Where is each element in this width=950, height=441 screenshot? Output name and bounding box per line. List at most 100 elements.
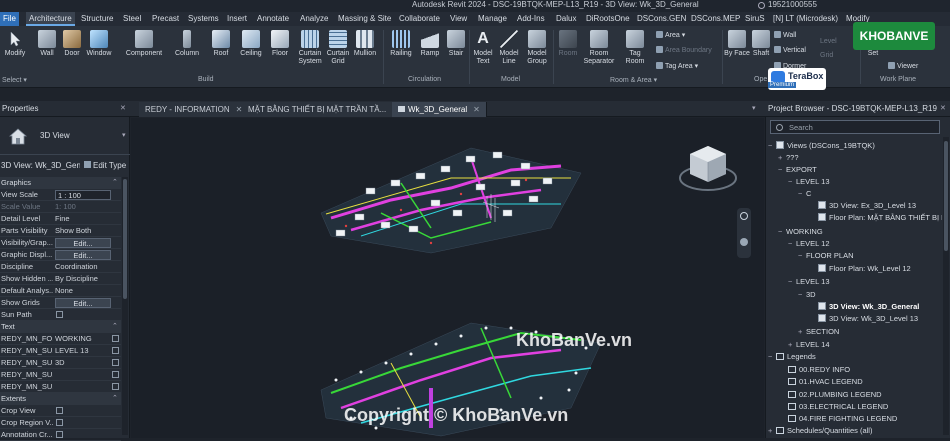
tab-add-ins[interactable]: Add-Ins (514, 12, 548, 26)
tab-architecture[interactable]: Architecture (26, 12, 75, 26)
tab-view[interactable]: View (447, 12, 470, 26)
crop-view-checkbox[interactable] (56, 407, 63, 414)
browser-view-item[interactable]: Floor Plan: MẶT BẰNG THIẾT BỊ M (818, 212, 942, 224)
level-button[interactable]: Level (820, 38, 837, 45)
tab-structure[interactable]: Structure (78, 12, 116, 26)
property-row[interactable]: Discipline Coordination (0, 261, 121, 273)
door-button[interactable]: Door (57, 28, 87, 74)
instance-selector[interactable]: 3D View: Wk_3D_Gene (0, 159, 80, 173)
edit-button[interactable]: Edit... (55, 238, 111, 248)
browser-legend-item[interactable]: 02.PLUMBING LEGEND (788, 389, 882, 401)
curtain-system-button[interactable]: Curtain System (295, 28, 325, 74)
property-row[interactable]: Sun Path (0, 309, 121, 321)
model-line-button[interactable]: Model Line (494, 28, 524, 74)
browser-node-legends[interactable]: − Legends (768, 351, 816, 363)
close-icon[interactable]: ✕ (120, 104, 126, 112)
property-row[interactable]: Crop Region V... (0, 417, 121, 429)
tab-mat-bang-thiet-bi[interactable]: MẶT BẰNG THIẾT BỊ MẶT TRẦN TẦ...✕ (242, 102, 406, 117)
tab-systems[interactable]: Systems (185, 12, 222, 26)
mullion-button[interactable]: Mullion (350, 28, 380, 74)
browser-legend-item[interactable]: 01.HVAC LEGEND (788, 376, 863, 388)
browser-view-item-active[interactable]: 3D View: Wk_3D_General (818, 301, 919, 313)
tab-redy-information[interactable]: REDY - INFORMATION ✕ (139, 102, 250, 117)
stair-button[interactable]: Stair (441, 28, 471, 74)
edit-type-button[interactable]: Edit Type (84, 159, 126, 173)
view-scale-field[interactable]: 1 : 100 (55, 190, 111, 200)
steering-wheel-icon[interactable] (740, 212, 748, 220)
modify-button[interactable]: Modify (0, 28, 30, 74)
tab-file[interactable]: File (0, 12, 19, 26)
wall-opening-button[interactable]: Wall (774, 31, 796, 39)
user-name[interactable]: 19521000555 (768, 0, 817, 9)
room-separator-button[interactable]: Room Separator (582, 28, 616, 74)
browser-node[interactable]: −3D (798, 289, 816, 301)
tab-insert[interactable]: Insert (224, 12, 250, 26)
browser-legend-item[interactable]: 00.REDY INFO (788, 364, 850, 376)
window-button[interactable]: Window (84, 28, 114, 74)
crop-region-visible-checkbox[interactable] (56, 419, 63, 426)
model-group-button[interactable]: Model Group (522, 28, 552, 74)
param-checkbox[interactable] (112, 383, 119, 390)
close-icon[interactable]: ✕ (473, 105, 480, 114)
browser-legend-item[interactable]: 04.FIRE FIGHTING LEGEND (788, 413, 897, 425)
property-row[interactable]: Graphic Displ... Edit... (0, 249, 121, 261)
browser-view-item[interactable]: Floor Plan: Wk_Level 12 (818, 263, 911, 275)
edit-button[interactable]: Edit... (55, 250, 111, 260)
select-group-label[interactable]: Select ▾ (2, 76, 27, 84)
tag-room-button[interactable]: Tag Room (620, 28, 650, 74)
tab-dirootsone[interactable]: DiRootsOne (583, 12, 633, 26)
close-icon[interactable]: ✕ (940, 104, 946, 112)
property-row[interactable]: Parts Visibility Show Both (0, 225, 121, 237)
type-selector[interactable]: 3D View ▾ (0, 117, 130, 155)
param-checkbox[interactable] (112, 335, 119, 342)
sun-path-checkbox[interactable] (56, 311, 63, 318)
browser-node[interactable]: + SECTION (798, 326, 839, 338)
tab-massing-site[interactable]: Massing & Site (335, 12, 394, 26)
property-row[interactable]: Detail Level Fine (0, 213, 121, 225)
tab-analyze[interactable]: Analyze (297, 12, 331, 26)
3d-view-canvas[interactable] (131, 118, 764, 438)
terabox-badge[interactable]: TeraBox Premium (768, 68, 826, 90)
tab-wk-3d-general[interactable]: Wk_3D_General ✕ (392, 102, 487, 117)
curtain-grid-button[interactable]: Curtain Grid (323, 28, 353, 74)
user-icon[interactable] (758, 2, 765, 9)
param-checkbox[interactable] (112, 347, 119, 354)
grid-button[interactable]: Grid (820, 52, 833, 59)
property-row[interactable]: REDY_MN_SU... LEVEL 13 (0, 345, 121, 357)
tab-dscons-gen[interactable]: DSCons.GEN (634, 12, 689, 26)
browser-node-working[interactable]: − WORKING (778, 226, 823, 238)
tab-annotate[interactable]: Annotate (254, 12, 292, 26)
railing-button[interactable]: Railing (386, 28, 416, 74)
edit-button[interactable]: Edit... (55, 298, 111, 308)
browser-node-views[interactable]: − Views (DSCons_19BTQK) (768, 140, 875, 152)
tab-collaborate[interactable]: Collaborate (396, 12, 443, 26)
properties-scrollbar[interactable] (122, 177, 128, 435)
property-row[interactable]: Crop View (0, 405, 121, 417)
tab-precast[interactable]: Precast (149, 12, 182, 26)
browser-scrollbar[interactable] (943, 137, 949, 435)
extents-section-header[interactable]: Extents ⌃ (0, 393, 121, 405)
viewcube-icon[interactable] (678, 140, 738, 195)
browser-search-input[interactable]: Search (770, 120, 940, 134)
annotation-crop-checkbox[interactable] (56, 431, 63, 438)
tag-area-button[interactable]: Tag Area ▾ (656, 62, 698, 70)
view-menu-icon[interactable]: ▾ (752, 104, 756, 112)
param-checkbox[interactable] (112, 371, 119, 378)
graphics-section-header[interactable]: Graphics ⌃ (0, 177, 121, 189)
browser-node[interactable]: − FLOOR PLAN (798, 250, 854, 262)
tab-steel[interactable]: Steel (120, 12, 144, 26)
room-button[interactable]: Room (553, 28, 583, 74)
area-button[interactable]: Area ▾ (656, 31, 685, 39)
browser-legend-item[interactable]: 03.ELECTRICAL LEGEND (788, 401, 888, 413)
vertical-opening-button[interactable]: Vertical (774, 46, 806, 54)
property-row[interactable]: Default Analys... None (0, 285, 121, 297)
property-row[interactable]: Annotation Cr... (0, 429, 121, 441)
browser-node[interactable]: − C (798, 188, 811, 200)
tab-sirus[interactable]: SiruS (742, 12, 768, 26)
property-row[interactable]: Show Hidden ... By Discipline (0, 273, 121, 285)
browser-node-schedules[interactable]: + Schedules/Quantities (all) (768, 425, 872, 437)
roof-button[interactable]: Roof (206, 28, 236, 74)
navigation-bar[interactable] (737, 208, 751, 258)
tab-dalux[interactable]: Dalux (553, 12, 579, 26)
browser-node[interactable]: +??? (778, 152, 799, 164)
